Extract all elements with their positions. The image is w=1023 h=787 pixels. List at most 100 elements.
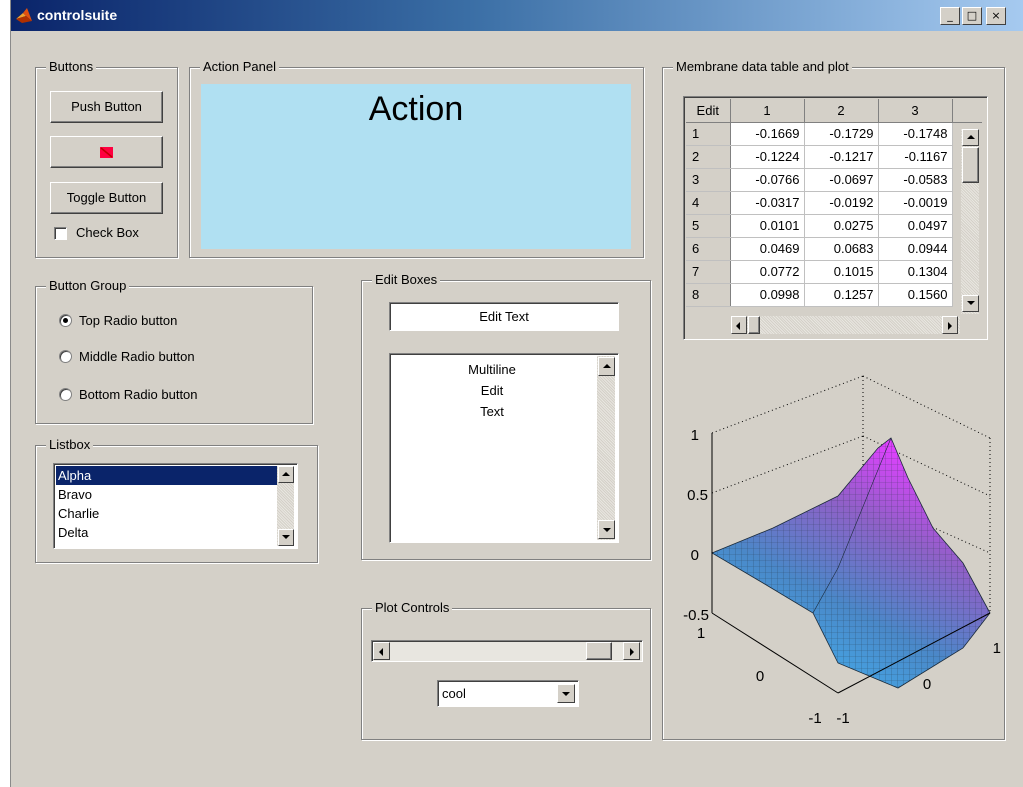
table-horizontal-scrollbar[interactable] — [731, 316, 960, 334]
table-cell[interactable]: -0.1217 — [804, 145, 879, 169]
maximize-button[interactable]: □ — [962, 7, 982, 25]
listbox-item[interactable]: Delta — [56, 523, 277, 542]
action-display: Action — [201, 84, 631, 249]
listbox-item[interactable]: Bravo — [56, 485, 277, 504]
membrane-table[interactable]: Edit 1 2 3 1 -0.1669 -0.1729 -0.1748 2 -… — [683, 96, 988, 340]
plot-controls-panel: Plot Controls cool — [361, 600, 651, 740]
table-horizontal-thumb[interactable] — [748, 316, 760, 334]
data-table: Edit 1 2 3 1 -0.1669 -0.1729 -0.1748 2 -… — [686, 99, 982, 307]
table-scroll-up-button[interactable] — [962, 129, 979, 146]
y-tick-label: -1 — [836, 710, 849, 727]
table-cell[interactable]: 0.0772 — [730, 260, 805, 284]
table-cell[interactable]: -0.0317 — [730, 191, 805, 215]
table-cell[interactable]: 0.0683 — [804, 237, 879, 261]
colormap-dropdown[interactable]: cool — [437, 680, 579, 707]
button-group-title: Button Group — [46, 278, 130, 293]
row-header[interactable]: 5 — [686, 214, 731, 238]
table-cell[interactable]: 0.1257 — [804, 283, 879, 307]
action-text: Action — [368, 90, 464, 128]
table-cell[interactable]: -0.0766 — [730, 168, 805, 192]
top-radio-button[interactable] — [59, 314, 72, 327]
column-header[interactable]: 2 — [804, 99, 879, 123]
membrane-surface-plot[interactable]: 1 0.5 0 -0.5 1 0 -1 -1 0 1 — [663, 368, 1004, 740]
table-cell[interactable]: 0.1015 — [804, 260, 879, 284]
row-header[interactable]: 2 — [686, 145, 731, 169]
multiline-scrollbar[interactable] — [597, 356, 615, 540]
table-cell[interactable]: 0.1560 — [878, 283, 953, 307]
table-scroll-left-button[interactable] — [731, 316, 747, 334]
table-row: 2 -0.1224 -0.1217 -0.1167 — [686, 145, 982, 169]
table-vertical-thumb[interactable] — [962, 147, 979, 183]
listbox-title: Listbox — [46, 437, 94, 452]
listbox[interactable]: Alpha Bravo Charlie Delta — [53, 463, 298, 549]
table-cell[interactable]: 0.0275 — [804, 214, 879, 238]
multiline-edit-field[interactable]: Multiline Edit Text — [389, 353, 619, 543]
table-cell[interactable]: -0.1224 — [730, 145, 805, 169]
push-button[interactable]: Push Button — [50, 91, 163, 123]
check-box-label: Check Box — [76, 225, 139, 240]
minimize-button[interactable]: _ — [940, 7, 960, 25]
table-cell[interactable]: -0.1729 — [804, 122, 879, 146]
slider-thumb[interactable] — [586, 642, 612, 660]
toggle-button[interactable]: Toggle Button — [50, 182, 163, 214]
arrow-left-icon — [379, 648, 383, 656]
dropdown-button[interactable] — [557, 684, 575, 703]
listbox-scroll-up-button[interactable] — [278, 466, 294, 483]
table-cell[interactable]: 0.0998 — [730, 283, 805, 307]
slider-right-button[interactable] — [623, 642, 640, 660]
row-header[interactable]: 7 — [686, 260, 731, 284]
multiline-text: Multiline Edit Text — [392, 359, 592, 422]
listbox-scroll-down-button[interactable] — [278, 529, 294, 546]
arrow-up-icon — [603, 364, 611, 368]
row-header[interactable]: 8 — [686, 283, 731, 307]
table-cell[interactable]: 0.0101 — [730, 214, 805, 238]
listbox-item[interactable]: Charlie — [56, 504, 277, 523]
check-box[interactable] — [54, 227, 67, 240]
x-tick-label: 0 — [756, 668, 764, 685]
table-cell[interactable]: -0.1669 — [730, 122, 805, 146]
row-header[interactable]: 3 — [686, 168, 731, 192]
edit-boxes-panel: Edit Boxes Edit Text Multiline Edit Text — [361, 272, 651, 560]
table-cell[interactable]: 0.1304 — [878, 260, 953, 284]
edit-text-field[interactable]: Edit Text — [389, 302, 619, 331]
column-header[interactable]: 3 — [878, 99, 953, 123]
red-icon-button[interactable] — [50, 136, 163, 168]
radio-selected-dot — [63, 318, 68, 323]
table-cell[interactable]: -0.0192 — [804, 191, 879, 215]
multiline-scroll-up-button[interactable] — [598, 357, 615, 376]
table-cell[interactable]: 0.0469 — [730, 237, 805, 261]
multiline-line: Text — [480, 404, 504, 419]
table-scroll-down-button[interactable] — [962, 295, 979, 312]
table-cell[interactable]: -0.0019 — [878, 191, 953, 215]
table-scroll-right-button[interactable] — [942, 316, 958, 334]
row-header[interactable]: 1 — [686, 122, 731, 146]
arrow-right-icon — [948, 322, 952, 330]
edit-boxes-title: Edit Boxes — [372, 272, 441, 287]
colormap-value: cool — [442, 686, 466, 701]
plot-controls-title: Plot Controls — [372, 600, 453, 615]
x-tick-label: 1 — [697, 625, 705, 642]
table-row: 6 0.0469 0.0683 0.0944 — [686, 237, 982, 261]
slider-left-button[interactable] — [373, 642, 390, 660]
plot-slider[interactable] — [371, 640, 643, 662]
table-cell[interactable]: -0.0697 — [804, 168, 879, 192]
table-cell[interactable]: 0.0497 — [878, 214, 953, 238]
table-cell[interactable]: -0.1748 — [878, 122, 953, 146]
bottom-radio-button[interactable] — [59, 388, 72, 401]
table-cell[interactable]: -0.0583 — [878, 168, 953, 192]
arrow-up-icon — [967, 135, 975, 139]
middle-radio-button[interactable] — [59, 350, 72, 363]
table-cell[interactable]: -0.1167 — [878, 145, 953, 169]
row-header[interactable]: 6 — [686, 237, 731, 261]
title-bar[interactable]: controlsuite _ □ × — [11, 0, 1023, 31]
table-corner-cell[interactable]: Edit — [686, 99, 731, 123]
listbox-item[interactable]: Alpha — [56, 466, 277, 485]
column-header[interactable]: 1 — [730, 99, 805, 123]
close-button[interactable]: × — [986, 7, 1006, 25]
z-tick-label: 0 — [691, 547, 699, 564]
x-tick-label: -1 — [808, 710, 821, 727]
table-cell[interactable]: 0.0944 — [878, 237, 953, 261]
membrane-title: Membrane data table and plot — [673, 59, 852, 74]
multiline-scroll-down-button[interactable] — [598, 520, 615, 539]
row-header[interactable]: 4 — [686, 191, 731, 215]
